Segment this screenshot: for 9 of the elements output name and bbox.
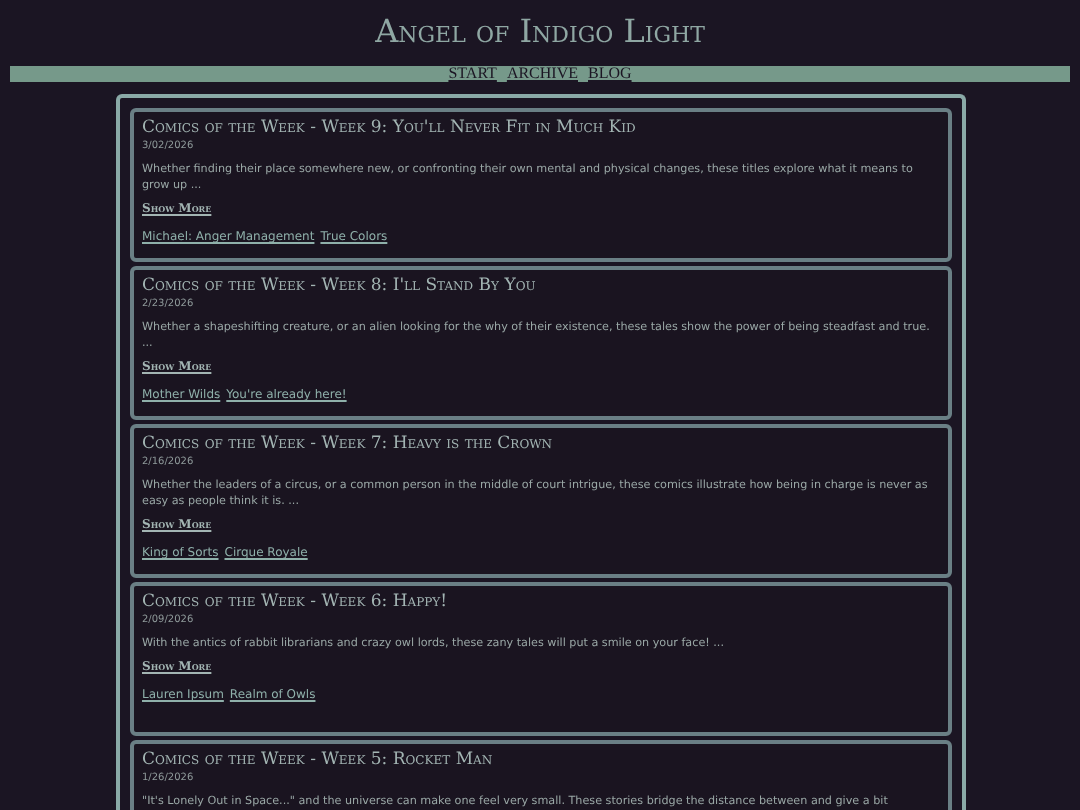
site-title: Angel of Indigo Light [373, 10, 707, 54]
post-title[interactable]: Comics of the Week - Week 7: Heavy is the Crown [142, 434, 940, 456]
post-title[interactable]: Comics of the Week - Week 6: Happy! [142, 592, 940, 614]
post-title[interactable]: Comics of the Week - Week 8: I'll Stand By You [142, 276, 940, 298]
post-title[interactable]: Comics of the Week - Week 5: Rocket Man [142, 750, 940, 772]
nav-link[interactable]: ARCHIVE [506, 66, 578, 82]
nav-link[interactable]: START [448, 66, 497, 82]
nav-link[interactable]: BLOG [588, 66, 632, 82]
post-title[interactable]: Comics of the Week - Week 9: You'll Never Fit in Much Kid [142, 118, 940, 140]
